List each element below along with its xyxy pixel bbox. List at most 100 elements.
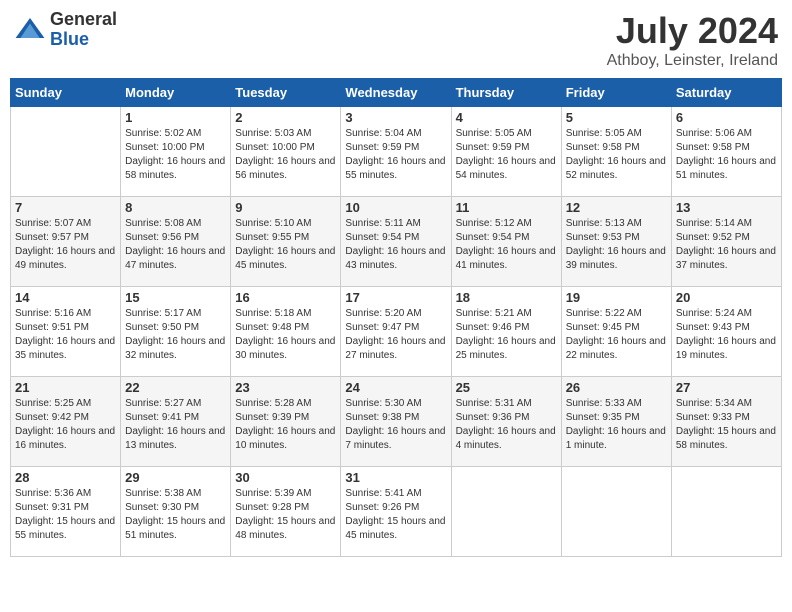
day-info: Sunrise: 5:31 AMSunset: 9:36 PMDaylight:…: [456, 397, 557, 453]
day-cell: 12 Sunrise: 5:13 AMSunset: 9:53 PMDayligh…: [561, 197, 671, 287]
day-cell: 7Sunrise: 5:07 AMSunset: 9:57 PMDaylight…: [11, 197, 121, 287]
day-cell: 5Sunrise: 5:05 AMSunset: 9:58 PMDaylight…: [561, 107, 671, 197]
day-cell: [561, 467, 671, 557]
day-number: 15: [125, 290, 226, 305]
day-number: 10: [345, 200, 446, 215]
col-header-thursday: Thursday: [451, 79, 561, 107]
day-number: 19: [566, 290, 667, 305]
day-info: Sunrise: 5:03 AMSunset: 10:00 PMDaylight…: [235, 127, 336, 183]
day-info: Sunrise: 5:22 AMSunset: 9:45 PMDaylight:…: [566, 307, 667, 363]
col-header-friday: Friday: [561, 79, 671, 107]
day-cell: 22Sunrise: 5:27 AMSunset: 9:41 PMDayligh…: [121, 377, 231, 467]
logo-general-label: General: [50, 10, 117, 30]
day-info: Sunrise: 5:06 AMSunset: 9:58 PMDaylight:…: [676, 127, 777, 183]
day-cell: 26Sunrise: 5:33 AMSunset: 9:35 PMDayligh…: [561, 377, 671, 467]
day-info: Sunrise: 5:21 AMSunset: 9:46 PMDaylight:…: [456, 307, 557, 363]
day-number: 9: [235, 200, 336, 215]
day-info: Sunrise: 5:13 AMSunset: 9:53 PMDaylight:…: [566, 217, 667, 273]
day-number: 11: [456, 200, 557, 215]
day-info: Sunrise: 5:18 AMSunset: 9:48 PMDaylight:…: [235, 307, 336, 363]
day-info: Sunrise: 5:28 AMSunset: 9:39 PMDaylight:…: [235, 397, 336, 453]
day-number: 2: [235, 110, 336, 125]
day-number: 30: [235, 470, 336, 485]
day-cell: 31 Sunrise: 5:41 AMSunset: 9:26 PMDayligh…: [341, 467, 451, 557]
logo-text: General Blue: [50, 10, 117, 50]
day-number: 16: [235, 290, 336, 305]
day-number: 4: [456, 110, 557, 125]
day-info: Sunrise: 5:14 AMSunset: 9:52 PMDaylight:…: [676, 217, 777, 273]
day-info: Sunrise: 5:04 AMSunset: 9:59 PMDaylight:…: [345, 127, 446, 183]
day-cell: 8 Sunrise: 5:08 AMSunset: 9:56 PMDaylight…: [121, 197, 231, 287]
day-cell: 30 Sunrise: 5:39 AMSunset: 9:28 PMDayligh…: [231, 467, 341, 557]
day-number: 8: [125, 200, 226, 215]
day-number: 25: [456, 380, 557, 395]
day-info: Sunrise: 5:05 AMSunset: 9:59 PMDaylight:…: [456, 127, 557, 183]
day-cell: 21 Sunrise: 5:25 AMSunset: 9:42 PMDayligh…: [11, 377, 121, 467]
day-number: 21: [15, 380, 116, 395]
col-header-sunday: Sunday: [11, 79, 121, 107]
day-number: 20: [676, 290, 777, 305]
day-number: 22: [125, 380, 226, 395]
day-number: 6: [676, 110, 777, 125]
col-header-wednesday: Wednesday: [341, 79, 451, 107]
day-number: 24: [345, 380, 446, 395]
day-info: Sunrise: 5:34 AMSunset: 9:33 PMDaylight:…: [676, 397, 777, 453]
day-cell: 4 Sunrise: 5:05 AMSunset: 9:59 PMDaylight…: [451, 107, 561, 197]
day-number: 31: [345, 470, 446, 485]
day-info: Sunrise: 5:24 AMSunset: 9:43 PMDaylight:…: [676, 307, 777, 363]
day-cell: 10 Sunrise: 5:11 AMSunset: 9:54 PMDayligh…: [341, 197, 451, 287]
calendar-table: SundayMondayTuesdayWednesdayThursdayFrid…: [10, 78, 782, 557]
location-subtitle: Athboy, Leinster, Ireland: [607, 52, 778, 70]
logo-blue-label: Blue: [50, 30, 117, 50]
day-info: Sunrise: 5:17 AMSunset: 9:50 PMDaylight:…: [125, 307, 226, 363]
day-info: Sunrise: 5:07 AMSunset: 9:57 PMDaylight:…: [15, 217, 116, 273]
day-cell: 29Sunrise: 5:38 AMSunset: 9:30 PMDayligh…: [121, 467, 231, 557]
day-number: 17: [345, 290, 446, 305]
page-header: General Blue July 2024 Athboy, Leinster,…: [10, 10, 782, 70]
day-cell: 2 Sunrise: 5:03 AMSunset: 10:00 PMDayligh…: [231, 107, 341, 197]
day-cell: [671, 467, 781, 557]
logo: General Blue: [14, 10, 117, 50]
col-header-saturday: Saturday: [671, 79, 781, 107]
day-number: 1: [125, 110, 226, 125]
month-year-title: July 2024: [607, 10, 778, 52]
day-cell: 27 Sunrise: 5:34 AMSunset: 9:33 PMDayligh…: [671, 377, 781, 467]
day-cell: 6 Sunrise: 5:06 AMSunset: 9:58 PMDaylight…: [671, 107, 781, 197]
day-cell: [11, 107, 121, 197]
day-cell: 28Sunrise: 5:36 AMSunset: 9:31 PMDayligh…: [11, 467, 121, 557]
logo-icon: [14, 14, 46, 46]
day-cell: 16 Sunrise: 5:18 AMSunset: 9:48 PMDayligh…: [231, 287, 341, 377]
day-info: Sunrise: 5:25 AMSunset: 9:42 PMDaylight:…: [15, 397, 116, 453]
day-info: Sunrise: 5:08 AMSunset: 9:56 PMDaylight:…: [125, 217, 226, 273]
day-cell: 1Sunrise: 5:02 AMSunset: 10:00 PMDayligh…: [121, 107, 231, 197]
day-cell: 19 Sunrise: 5:22 AMSunset: 9:45 PMDayligh…: [561, 287, 671, 377]
day-cell: 14Sunrise: 5:16 AMSunset: 9:51 PMDayligh…: [11, 287, 121, 377]
day-cell: [451, 467, 561, 557]
calendar-header-row: SundayMondayTuesdayWednesdayThursdayFrid…: [11, 79, 782, 107]
day-number: 27: [676, 380, 777, 395]
week-row-3: 14Sunrise: 5:16 AMSunset: 9:51 PMDayligh…: [11, 287, 782, 377]
day-cell: 25 Sunrise: 5:31 AMSunset: 9:36 PMDayligh…: [451, 377, 561, 467]
day-number: 12: [566, 200, 667, 215]
day-info: Sunrise: 5:11 AMSunset: 9:54 PMDaylight:…: [345, 217, 446, 273]
day-info: Sunrise: 5:05 AMSunset: 9:58 PMDaylight:…: [566, 127, 667, 183]
day-cell: 11Sunrise: 5:12 AMSunset: 9:54 PMDayligh…: [451, 197, 561, 287]
week-row-2: 7Sunrise: 5:07 AMSunset: 9:57 PMDaylight…: [11, 197, 782, 287]
day-info: Sunrise: 5:10 AMSunset: 9:55 PMDaylight:…: [235, 217, 336, 273]
day-info: Sunrise: 5:16 AMSunset: 9:51 PMDaylight:…: [15, 307, 116, 363]
day-number: 26: [566, 380, 667, 395]
day-info: Sunrise: 5:36 AMSunset: 9:31 PMDaylight:…: [15, 487, 116, 543]
week-row-5: 28Sunrise: 5:36 AMSunset: 9:31 PMDayligh…: [11, 467, 782, 557]
day-number: 13: [676, 200, 777, 215]
day-info: Sunrise: 5:30 AMSunset: 9:38 PMDaylight:…: [345, 397, 446, 453]
day-number: 23: [235, 380, 336, 395]
day-info: Sunrise: 5:38 AMSunset: 9:30 PMDaylight:…: [125, 487, 226, 543]
day-cell: 20 Sunrise: 5:24 AMSunset: 9:43 PMDayligh…: [671, 287, 781, 377]
day-cell: 3 Sunrise: 5:04 AMSunset: 9:59 PMDaylight…: [341, 107, 451, 197]
day-cell: 15 Sunrise: 5:17 AMSunset: 9:50 PMDayligh…: [121, 287, 231, 377]
day-number: 18: [456, 290, 557, 305]
day-number: 3: [345, 110, 446, 125]
day-info: Sunrise: 5:41 AMSunset: 9:26 PMDaylight:…: [345, 487, 446, 543]
day-cell: 18 Sunrise: 5:21 AMSunset: 9:46 PMDayligh…: [451, 287, 561, 377]
day-info: Sunrise: 5:39 AMSunset: 9:28 PMDaylight:…: [235, 487, 336, 543]
